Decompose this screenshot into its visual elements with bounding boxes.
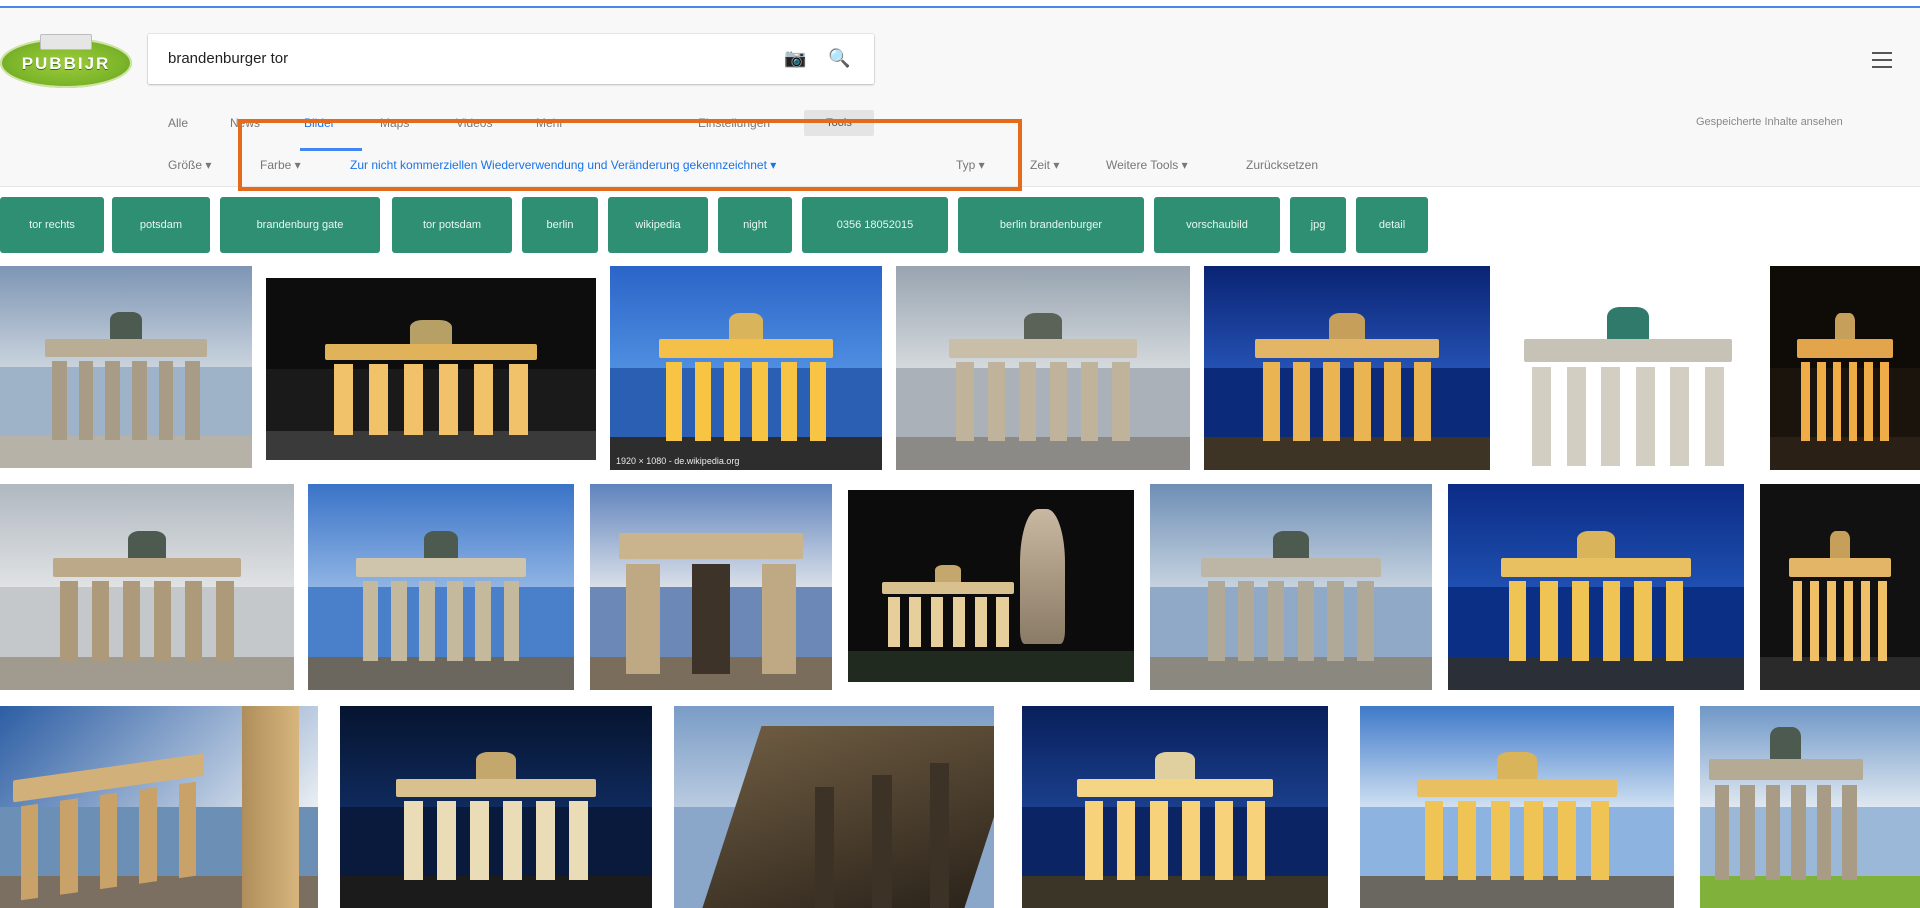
search-icon[interactable]: 🔍 bbox=[828, 48, 852, 70]
image-result[interactable] bbox=[340, 706, 652, 908]
browser-top-line bbox=[0, 0, 1920, 8]
chip-potsdam[interactable]: potsdam bbox=[112, 197, 210, 253]
chip-vorschaubild[interactable]: vorschaubild bbox=[1154, 197, 1280, 253]
related-search-chips: tor rechts potsdam brandenburg gate tor … bbox=[0, 197, 1920, 255]
image-result[interactable]: 1920 × 1080 - de.wikipedia.org bbox=[610, 266, 882, 470]
image-result[interactable] bbox=[1770, 266, 1920, 470]
image-result[interactable] bbox=[1760, 484, 1920, 690]
search-box[interactable]: brandenburger tor 📷 🔍 bbox=[148, 34, 874, 84]
image-result[interactable] bbox=[1504, 266, 1752, 470]
chip-brandenburg-gate[interactable]: brandenburg gate bbox=[220, 197, 380, 253]
image-result[interactable] bbox=[590, 484, 832, 690]
image-result[interactable] bbox=[1700, 706, 1920, 908]
image-result[interactable] bbox=[1204, 266, 1490, 470]
image-result[interactable] bbox=[1150, 484, 1432, 690]
logo[interactable]: PUBBIJR bbox=[0, 34, 132, 88]
filter-time[interactable]: Zeit ▾ bbox=[1030, 158, 1059, 172]
image-result[interactable] bbox=[308, 484, 574, 690]
image-result[interactable] bbox=[848, 490, 1134, 682]
image-result[interactable] bbox=[1448, 484, 1744, 690]
image-result[interactable] bbox=[0, 484, 294, 690]
filter-reset[interactable]: Zurücksetzen bbox=[1246, 158, 1318, 172]
image-result[interactable] bbox=[0, 706, 318, 908]
image-result[interactable] bbox=[1360, 706, 1674, 908]
chip-berlin-brandenburger[interactable]: berlin brandenburger bbox=[958, 197, 1144, 253]
image-result[interactable] bbox=[674, 706, 994, 908]
chip-wikipedia[interactable]: wikipedia bbox=[608, 197, 708, 253]
saved-content-link[interactable]: Gespeicherte Inhalte ansehen bbox=[1696, 116, 1843, 128]
image-result[interactable] bbox=[0, 266, 252, 468]
chip-0356-18052015[interactable]: 0356 18052015 bbox=[802, 197, 948, 253]
tab-all[interactable]: Alle bbox=[168, 116, 188, 130]
image-result[interactable] bbox=[896, 266, 1190, 470]
highlight-box bbox=[238, 119, 1022, 191]
chip-detail[interactable]: detail bbox=[1356, 197, 1428, 253]
search-input[interactable]: brandenburger tor bbox=[168, 50, 288, 67]
chip-tor-rechts[interactable]: tor rechts bbox=[0, 197, 104, 253]
image-result[interactable] bbox=[266, 278, 596, 460]
logo-cap-decoration bbox=[40, 34, 92, 50]
filter-more-tools[interactable]: Weitere Tools ▾ bbox=[1106, 158, 1188, 172]
logo-text: PUBBIJR bbox=[21, 54, 111, 73]
apps-menu-icon[interactable] bbox=[1872, 52, 1892, 68]
chip-jpg[interactable]: jpg bbox=[1290, 197, 1346, 253]
chip-berlin[interactable]: berlin bbox=[522, 197, 598, 253]
chip-night[interactable]: night bbox=[718, 197, 792, 253]
image-caption: 1920 × 1080 - de.wikipedia.org bbox=[616, 456, 740, 466]
chip-tor-potsdam[interactable]: tor potsdam bbox=[392, 197, 512, 253]
filter-size[interactable]: Größe ▾ bbox=[168, 158, 211, 172]
camera-icon[interactable]: 📷 bbox=[784, 49, 806, 67]
image-result[interactable] bbox=[1022, 706, 1328, 908]
